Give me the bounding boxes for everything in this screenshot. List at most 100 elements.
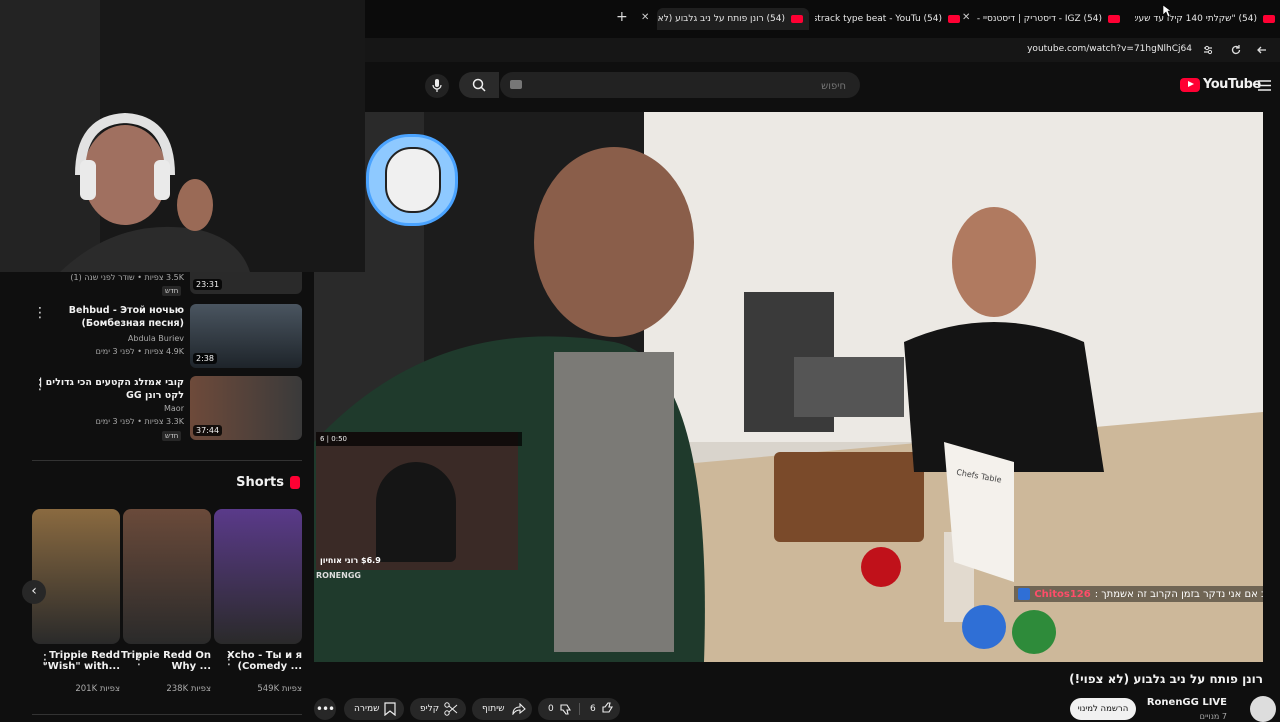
share-button[interactable]: שיתוף [472,698,532,720]
keyboard-icon[interactable] [510,80,522,89]
shorts-prev-button[interactable]: ‹ [22,580,46,604]
dislike-count: 0 [548,704,554,714]
microphone-icon [432,79,442,92]
youtube-logo-text: YouTube [1203,77,1261,92]
more-options-icon[interactable]: ⋮ [132,652,146,668]
video-duration: 23:31 [193,279,223,290]
channel-logo-sticker [366,134,458,226]
related-thumbnail[interactable]: 2:38 [190,304,302,368]
like-dislike-group: 0 6 [538,698,620,720]
video-duration: 37:44 [193,425,223,436]
browser-tab-1[interactable]: (54) "שקלתי 140 קילו עד שעשי ✕ [1135,8,1275,30]
more-actions-button[interactable]: ••• [314,698,336,720]
short-thumbnail[interactable] [123,509,211,644]
youtube-favicon-icon [1108,15,1120,23]
hamburger-menu-icon[interactable] [1258,80,1271,91]
new-badge: חדש [162,286,182,296]
subscribe-button[interactable]: הרשמה למינוי [1070,698,1136,720]
reload-icon[interactable] [1230,44,1242,56]
related-video-title[interactable]: Behbud - Этой ночью (Бомбезная песня) [19,304,184,330]
search-input[interactable] [544,77,848,95]
streamer-figure [376,462,456,562]
youtube-favicon-icon [948,15,960,23]
streamer-name: RONENGG [316,571,361,580]
related-video-item[interactable]: ⋮ קובי אמזלג הקטעים הכי גדולים | לקט רונ… [0,374,314,444]
related-video-meta: 4.9K צפיות • לפני 3 ימים [95,347,184,356]
share-icon [512,703,526,715]
address-bar: youtube.com/watch?v=71hgNlhCj64 [365,38,1280,62]
thumbs-up-icon[interactable] [602,702,614,714]
bookmark-icon [384,702,396,716]
related-thumbnail[interactable]: 37:44 [190,376,302,440]
channel-avatar[interactable] [1250,696,1276,722]
thumbs-down-icon[interactable] [560,703,572,715]
video-player[interactable]: Chefs Table 6 | 0:50 $6.9 רוני אוחיון RO… [314,112,1263,662]
shorts-logo-icon [290,476,300,489]
youtube-header: YouTube [365,62,1280,110]
video-duration: 2:38 [193,353,217,364]
search-icon [472,78,486,92]
youtube-favicon-icon [791,15,803,23]
site-settings-icon[interactable] [1202,44,1214,56]
chat-message-text: טוב אם אני נדקר בזמן הקרוב זה אשמתך : [1094,588,1263,600]
shorts-heading-text: Shorts [236,475,284,490]
donation-text: $6.9 רוני אוחיון [320,556,381,565]
chat-username: Chitos126 [1034,588,1091,600]
youtube-play-logo-icon [1180,77,1200,92]
chat-badge-icon [1018,588,1031,600]
new-tab-button[interactable]: + [616,9,628,25]
chevron-left-icon: ‹ [31,583,37,599]
save-label: שמירה [354,704,380,714]
chat-message: טוב אם אני נדקר בזמן הקרוב זה אשמתך : Ch… [1014,586,1263,602]
browser-tab-bar: (54) "שקלתי 140 קילו עד שעשי ✕ (54) IGZ … [365,0,1280,38]
browser-tab-active[interactable]: (54) רונן פותח על ניב גלבוע (לא [657,8,809,30]
youtube-favicon-icon [1263,15,1275,23]
related-video-title[interactable]: קובי אמזלג הקטעים הכי גדולים | לקט רונן … [19,376,184,402]
mouse-cursor-icon [1162,4,1172,18]
clip-label: קליפ [420,704,440,714]
short-views: 201K צפיות [75,684,120,694]
close-tab-icon[interactable]: ✕ [962,12,970,23]
webcam-scene [0,0,365,272]
more-options-icon[interactable]: ⋮ [38,652,52,668]
video-info: רונן פותח על ניב גלבוע (לא צפוי!) RonenG… [314,662,1280,722]
short-thumbnail[interactable] [214,509,302,644]
url-field[interactable]: youtube.com/watch?v=71hgNlhCj64 [1027,44,1192,54]
like-count: 6 [590,704,596,714]
related-video-channel[interactable]: Abdula Buriev [19,334,184,343]
related-video-item[interactable]: ⋮ Behbud - Этой ночью (Бомбезная песня) … [0,302,314,372]
browser-tab-3[interactable]: (54) disstrack type beat - YouTu [815,8,960,30]
tab-title: (54) רונן פותח על ניב גלבוע (לא [657,14,785,24]
tab-title: (54) "שקלתי 140 קילו עד שעשי [1135,14,1257,24]
related-thumbnail[interactable]: 23:31 [190,272,302,294]
related-meta: 3.5K צפיות • שודר לפני שנה (1) [70,273,184,282]
short-views: 549K צפיות [257,684,302,694]
close-tab-icon[interactable]: ✕ [641,12,649,23]
scissors-icon [444,702,458,716]
shorts-heading: Shorts [236,475,300,490]
overlay-stats: 6 | 0:50 [316,432,522,446]
related-video-channel[interactable]: Maor [19,404,184,413]
browser-tab-2[interactable]: (54) IGZ - דיסטריק | דיסטנסיי - Y [975,8,1120,30]
save-button[interactable]: שמירה [344,698,404,720]
channel-name[interactable]: RonenGG LIVE [1147,697,1227,708]
more-horizontal-icon: ••• [315,702,335,716]
webcam-overlay [0,0,365,272]
tab-title: (54) IGZ - דיסטריק | דיסטנסיי - Y [975,14,1102,24]
divider [32,714,302,715]
streamer-facecam-overlay: 6 | 0:50 $6.9 רוני אוחיון [316,432,522,570]
related-sidebar: 3.5K צפיות • שודר לפני שנה (1) חדש 23:31… [0,272,314,720]
video-title: רונן פותח על ניב גלבוע (לא צפוי!) [1069,672,1263,686]
short-thumbnail[interactable] [32,509,120,644]
divider [32,460,302,461]
back-arrow-icon[interactable] [1256,44,1268,56]
youtube-logo[interactable]: YouTube [1180,77,1261,92]
search-box [500,72,860,98]
new-badge: חדש [162,431,182,441]
search-button[interactable] [459,72,499,98]
clip-button[interactable]: קליפ [410,698,466,720]
more-options-icon[interactable]: ⋮ [222,652,236,668]
short-views: 238K צפיות [166,684,211,694]
related-video-meta: 3.3K צפיות • לפני 3 ימים [95,417,184,426]
voice-search-button[interactable] [425,74,449,98]
